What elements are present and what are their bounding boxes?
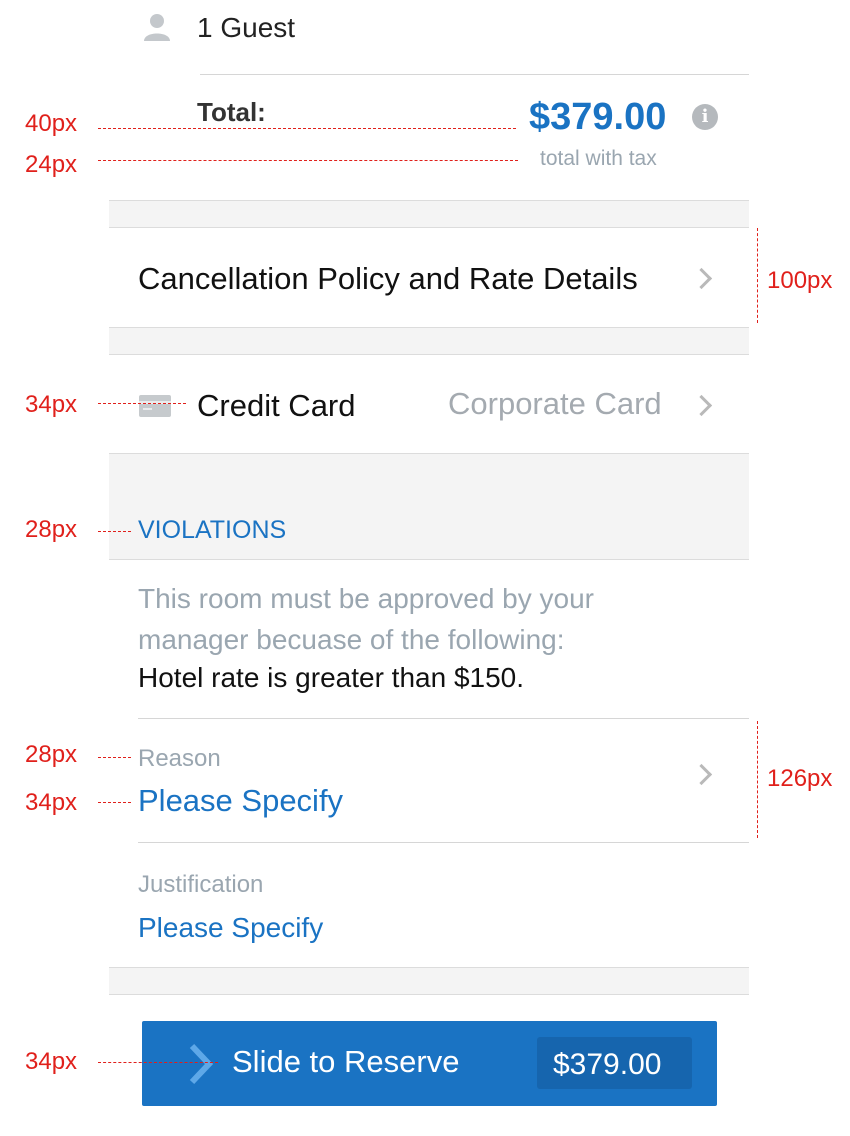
annotation-label: 34px [25,789,78,816]
total-amount: $379.00 [529,96,667,138]
justification-label: Justification [138,871,264,898]
section-spacer [109,327,749,355]
violations-header-band: VIOLATIONS [109,453,749,560]
annotation-guide [98,757,131,758]
cancellation-label: Cancellation Policy and Rate Details [138,261,638,296]
section-spacer [109,967,749,995]
reason-value: Please Specify [138,783,344,818]
total-note: total with tax [540,147,657,170]
info-icon[interactable]: i [692,104,718,130]
total-label: Total: [197,97,266,127]
annotation-label: 28px [25,741,78,768]
reserve-price: $379.00 [553,1048,662,1081]
person-icon [144,14,170,41]
annotation-label: 34px [25,1048,78,1075]
chevron-right-icon [690,267,713,290]
justification-row[interactable]: Justification Please Specify [109,843,749,967]
justification-value: Please Specify [138,912,324,943]
payment-row[interactable]: Credit Card Corporate Card [109,354,749,453]
annotation-guide [757,721,758,838]
annotation-label: 126px [767,765,833,792]
annotation-guide [98,531,131,532]
chevron-right-icon [189,1043,214,1085]
annotation-guide [98,1062,218,1063]
annotation-guide [98,802,131,803]
chevron-right-icon [690,763,713,786]
annotation-label: 28px [25,516,78,543]
chevron-right-icon [690,394,713,417]
guest-count: 1 Guest [197,12,296,43]
credit-card-icon [139,395,171,417]
divider [200,74,749,75]
reason-row[interactable]: Reason Please Specify [109,719,749,842]
reason-label: Reason [138,745,221,772]
annotation-label: 100px [767,267,833,294]
annotation-guide [98,160,518,161]
violation-detail: Hotel rate is greater than $150. [138,662,525,693]
violations-header: VIOLATIONS [138,516,287,544]
cancellation-policy-row[interactable]: Cancellation Policy and Rate Details [109,227,749,327]
violation-message: This room must be approved by your manag… [138,583,594,655]
section-spacer [109,200,749,228]
annotation-guide [98,128,516,129]
annotation-guide [98,403,186,404]
annotation-label: 34px [25,391,78,418]
payment-label: Credit Card [197,388,356,423]
annotation-label: 40px [25,110,78,137]
payment-value: Corporate Card [448,386,662,421]
annotation-guide [757,228,758,323]
reserve-price-badge: $379.00 [537,1037,692,1089]
slide-label: Slide to Reserve [232,1044,460,1079]
slide-to-reserve-button[interactable]: Slide to Reserve $379.00 [142,1021,717,1106]
annotation-label: 24px [25,151,78,178]
